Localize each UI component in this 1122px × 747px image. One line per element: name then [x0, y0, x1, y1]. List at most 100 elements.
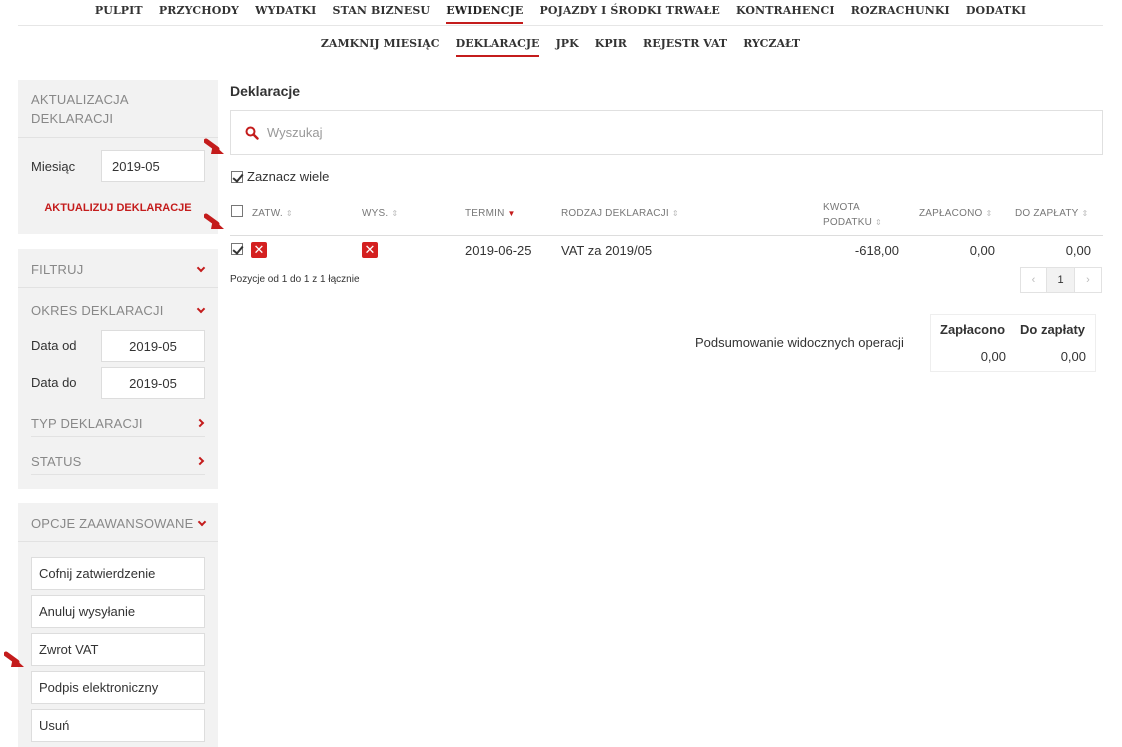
- table-header-divider: [230, 235, 1103, 236]
- pagination-info: Pozycje od 1 do 1 z 1 łącznie: [230, 274, 360, 285]
- row-termin: 2019-06-25: [465, 243, 532, 258]
- select-many-label: Zaznacz wiele: [247, 169, 330, 184]
- date-from-input[interactable]: 2019-05: [101, 330, 205, 362]
- sub-navigation: ZAMKNIJ MIESIĄC DEKLARACJE JPK KPIR REJE…: [18, 33, 1103, 57]
- vat-refund-button[interactable]: Zwrot VAT: [31, 633, 205, 666]
- sort-icon: ⇕: [1081, 209, 1089, 218]
- nav-ewidencje[interactable]: EWIDENCJE: [446, 0, 524, 24]
- row-rodzaj[interactable]: VAT za 2019/05: [561, 243, 652, 258]
- column-termin-label: TERMIN: [465, 208, 505, 219]
- column-kwota-label-2: PODATKU: [823, 217, 872, 228]
- summary-zaplacono-header: Zapłacono: [940, 322, 1006, 337]
- undo-approval-button[interactable]: Cofnij zatwierdzenie: [31, 557, 205, 590]
- electronic-signature-button[interactable]: Podpis elektroniczny: [31, 671, 205, 704]
- column-zaplacono-label: ZAPŁACONO: [919, 208, 983, 219]
- red-arrow-icon: [4, 651, 24, 667]
- chevron-right-icon[interactable]: [195, 456, 205, 466]
- column-kwota-label-1: KWOTA: [823, 202, 860, 213]
- row-do-zaplaty: 0,00: [1065, 243, 1091, 258]
- sort-icon: ⇕: [875, 218, 882, 227]
- summary-table: Zapłacono Do zapłaty 0,00 0,00: [930, 314, 1096, 372]
- nav-kontrahenci[interactable]: KONTRAHENCI: [736, 0, 835, 22]
- not-sent-icon: ✕: [362, 242, 378, 258]
- chevron-down-icon[interactable]: [197, 517, 207, 527]
- nav-rozrachunki[interactable]: ROZRACHUNKI: [851, 0, 950, 22]
- advanced-options-title[interactable]: OPCJE ZAAWANSOWANE: [31, 516, 194, 531]
- page-title: Deklaracje: [230, 83, 301, 99]
- chevron-down-icon[interactable]: [196, 263, 206, 273]
- nav-pulpit[interactable]: PULPIT: [95, 0, 143, 22]
- pagination-page-1[interactable]: 1: [1047, 267, 1075, 293]
- filter-panel: FILTRUJ OKRES DEKLARACJI Data od 2019-05…: [18, 249, 218, 489]
- period-title[interactable]: OKRES DEKLARACJI: [31, 303, 164, 318]
- date-to-input[interactable]: 2019-05: [101, 367, 205, 399]
- pagination-next[interactable]: ›: [1075, 267, 1102, 293]
- divider: [18, 541, 218, 542]
- summary-do-zaplaty-header: Do zapłaty: [1020, 322, 1086, 337]
- column-kwota[interactable]: KWOTA PODATKU ⇕: [823, 200, 882, 230]
- column-zaplacono[interactable]: ZAPŁACONO ⇕: [919, 208, 992, 219]
- nav-stan-biznesu[interactable]: STAN BIZNESU: [333, 0, 431, 22]
- column-rodzaj-label: RODZAJ DEKLARACJI: [561, 208, 669, 219]
- declaration-type-title[interactable]: TYP DEKLARACJI: [31, 416, 143, 431]
- main-navigation: PULPIT PRZYCHODY WYDATKI STAN BIZNESU EW…: [18, 0, 1103, 26]
- divider: [31, 436, 205, 437]
- update-declarations-panel: AKTUALIZACJA DEKLARACJI Miesiąc 2019-05 …: [18, 80, 218, 234]
- summary-label: Podsumowanie widocznych operacji: [695, 335, 904, 350]
- column-termin[interactable]: TERMIN ▼: [465, 208, 516, 219]
- advanced-options-panel: OPCJE ZAAWANSOWANE Cofnij zatwierdzenie …: [18, 503, 218, 747]
- update-title-line1: AKTUALIZACJA: [31, 92, 129, 107]
- status-title[interactable]: STATUS: [31, 454, 82, 469]
- column-zatw[interactable]: ZATW. ⇕: [252, 208, 293, 219]
- divider: [18, 137, 218, 138]
- pagination: ‹ 1 ›: [1020, 267, 1102, 293]
- cancel-sending-button[interactable]: Anuluj wysyłanie: [31, 595, 205, 628]
- red-arrow-icon: [204, 138, 224, 154]
- red-arrow-icon: [204, 213, 224, 229]
- column-wys-label: WYS.: [362, 208, 389, 219]
- update-declarations-button[interactable]: AKTUALIZUJ DEKLARACJE: [18, 202, 218, 214]
- update-title-line2: DEKLARACJI: [31, 111, 114, 126]
- summary-do-zaplaty-value: 0,00: [1060, 349, 1086, 364]
- nav-dodatki[interactable]: DODATKI: [966, 0, 1026, 22]
- filter-title[interactable]: FILTRUJ: [31, 262, 83, 277]
- select-many[interactable]: Zaznacz wiele: [231, 169, 329, 184]
- update-panel-title: AKTUALIZACJA DEKLARACJI: [31, 90, 129, 128]
- subnav-rejestr-vat[interactable]: REJESTR VAT: [643, 33, 727, 55]
- column-do-zaplaty[interactable]: DO ZAPŁATY ⇕: [1015, 208, 1088, 219]
- nav-przychody[interactable]: PRZYCHODY: [159, 0, 239, 22]
- divider: [31, 474, 205, 475]
- subnav-deklaracje[interactable]: DEKLARACJE: [455, 33, 540, 57]
- column-wys[interactable]: WYS. ⇕: [362, 208, 398, 219]
- nav-wydatki[interactable]: WYDATKI: [255, 0, 316, 22]
- chevron-right-icon[interactable]: [195, 418, 205, 428]
- sort-icon: ⇕: [391, 209, 399, 218]
- delete-button[interactable]: Usuń: [31, 709, 205, 742]
- search-icon: [245, 126, 259, 140]
- sort-desc-icon: ▼: [507, 209, 516, 218]
- subnav-ryczalt[interactable]: RYCZAŁT: [743, 33, 800, 55]
- month-label: Miesiąc: [31, 159, 76, 174]
- month-input[interactable]: 2019-05: [101, 150, 205, 182]
- subnav-zamknij-miesiac[interactable]: ZAMKNIJ MIESIĄC: [321, 33, 440, 55]
- select-all-checkbox[interactable]: [231, 205, 243, 217]
- sort-icon: ⇕: [985, 209, 993, 218]
- row-kwota: -618,00: [854, 243, 899, 258]
- search-bar[interactable]: [230, 110, 1103, 155]
- chevron-down-icon[interactable]: [196, 304, 206, 314]
- not-approved-icon: ✕: [251, 242, 267, 258]
- pagination-prev[interactable]: ‹: [1020, 267, 1047, 293]
- select-many-checkbox[interactable]: [231, 170, 243, 183]
- divider: [18, 287, 218, 288]
- search-input[interactable]: [267, 125, 967, 140]
- subnav-jpk[interactable]: JPK: [556, 33, 579, 55]
- column-zatw-label: ZATW.: [252, 208, 283, 219]
- row-zaplacono: 0,00: [969, 243, 995, 258]
- sort-icon: ⇕: [285, 209, 293, 218]
- nav-pojazdy[interactable]: POJAZDY I ŚRODKI TRWAŁE: [540, 0, 720, 22]
- column-do-zaplaty-label: DO ZAPŁATY: [1015, 208, 1079, 219]
- sort-icon: ⇕: [671, 209, 679, 218]
- column-rodzaj[interactable]: RODZAJ DEKLARACJI ⇕: [561, 208, 679, 219]
- row-checkbox[interactable]: [231, 243, 243, 255]
- subnav-kpir[interactable]: KPIR: [595, 33, 627, 55]
